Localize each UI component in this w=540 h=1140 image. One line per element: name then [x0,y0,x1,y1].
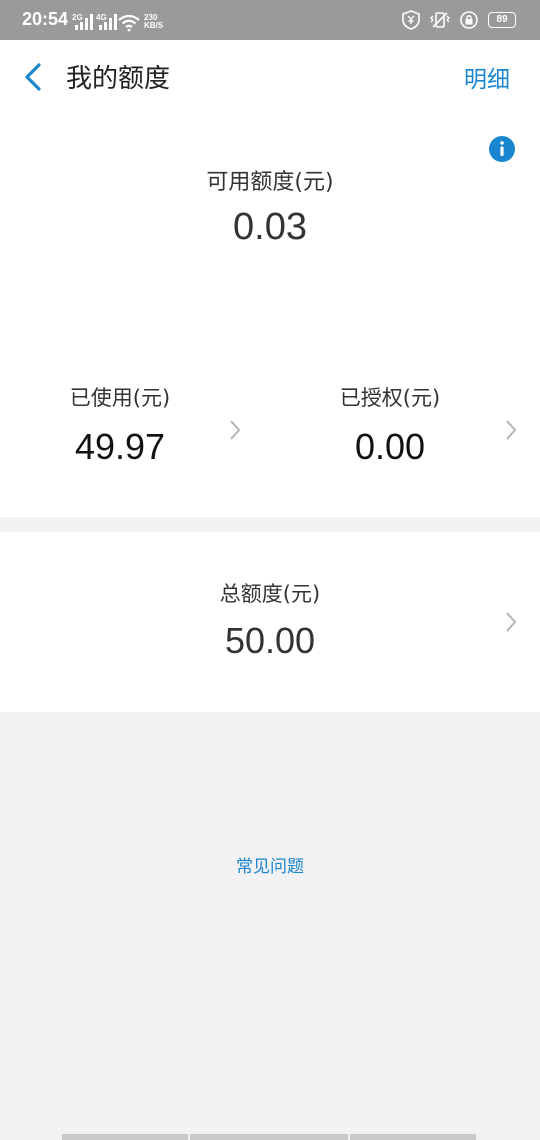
gesture-nav-bar [0,1134,540,1140]
battery-icon: 89 [488,12,516,28]
quota-summary-card: 可用额度(元) 0.03 已使用(元) 49.97 已授权(元) 0.00 [0,114,540,517]
total-quota-value: 50.00 [224,620,316,661]
used-quota-value: 49.97 [74,426,166,467]
status-bar: 20:54 2G 4G 230 KB/S 89 [0,0,540,40]
total-quota-card[interactable]: 总额度(元) 50.00 [0,532,540,712]
nav-segment [190,1134,348,1140]
chevron-right-icon [506,612,517,632]
faq-link[interactable]: 常见问题 [0,852,540,877]
shield-icon [402,10,420,30]
page-title: 我的额度 [66,64,171,94]
net-speed: 230 KB/S [144,14,163,30]
back-arrow-icon[interactable] [22,62,44,92]
total-quota-label: 总额度(元) [219,582,321,606]
top-bar: 我的额度 明细 [0,40,540,114]
status-time: 20:54 [22,9,69,29]
authorized-quota-label: 已授权(元) [339,386,441,410]
available-quota-label: 可用额度(元) [206,170,334,195]
wifi-icon [118,14,140,32]
net-speed-unit: KB/S [144,21,164,30]
chevron-right-icon [230,420,241,440]
signal-2-icon [99,14,117,30]
vibrate-icon [430,12,450,28]
nav-segment [350,1134,476,1140]
info-icon[interactable] [488,135,516,163]
signal-1-icon [75,14,93,30]
nav-segment [62,1134,188,1140]
authorized-quota-value: 0.00 [354,426,426,467]
used-quota-label: 已使用(元) [69,386,171,410]
chevron-right-icon [506,420,517,440]
available-quota-value: 0.03 [233,206,307,248]
lock-icon [460,11,478,29]
detail-link[interactable]: 明细 [464,60,510,94]
